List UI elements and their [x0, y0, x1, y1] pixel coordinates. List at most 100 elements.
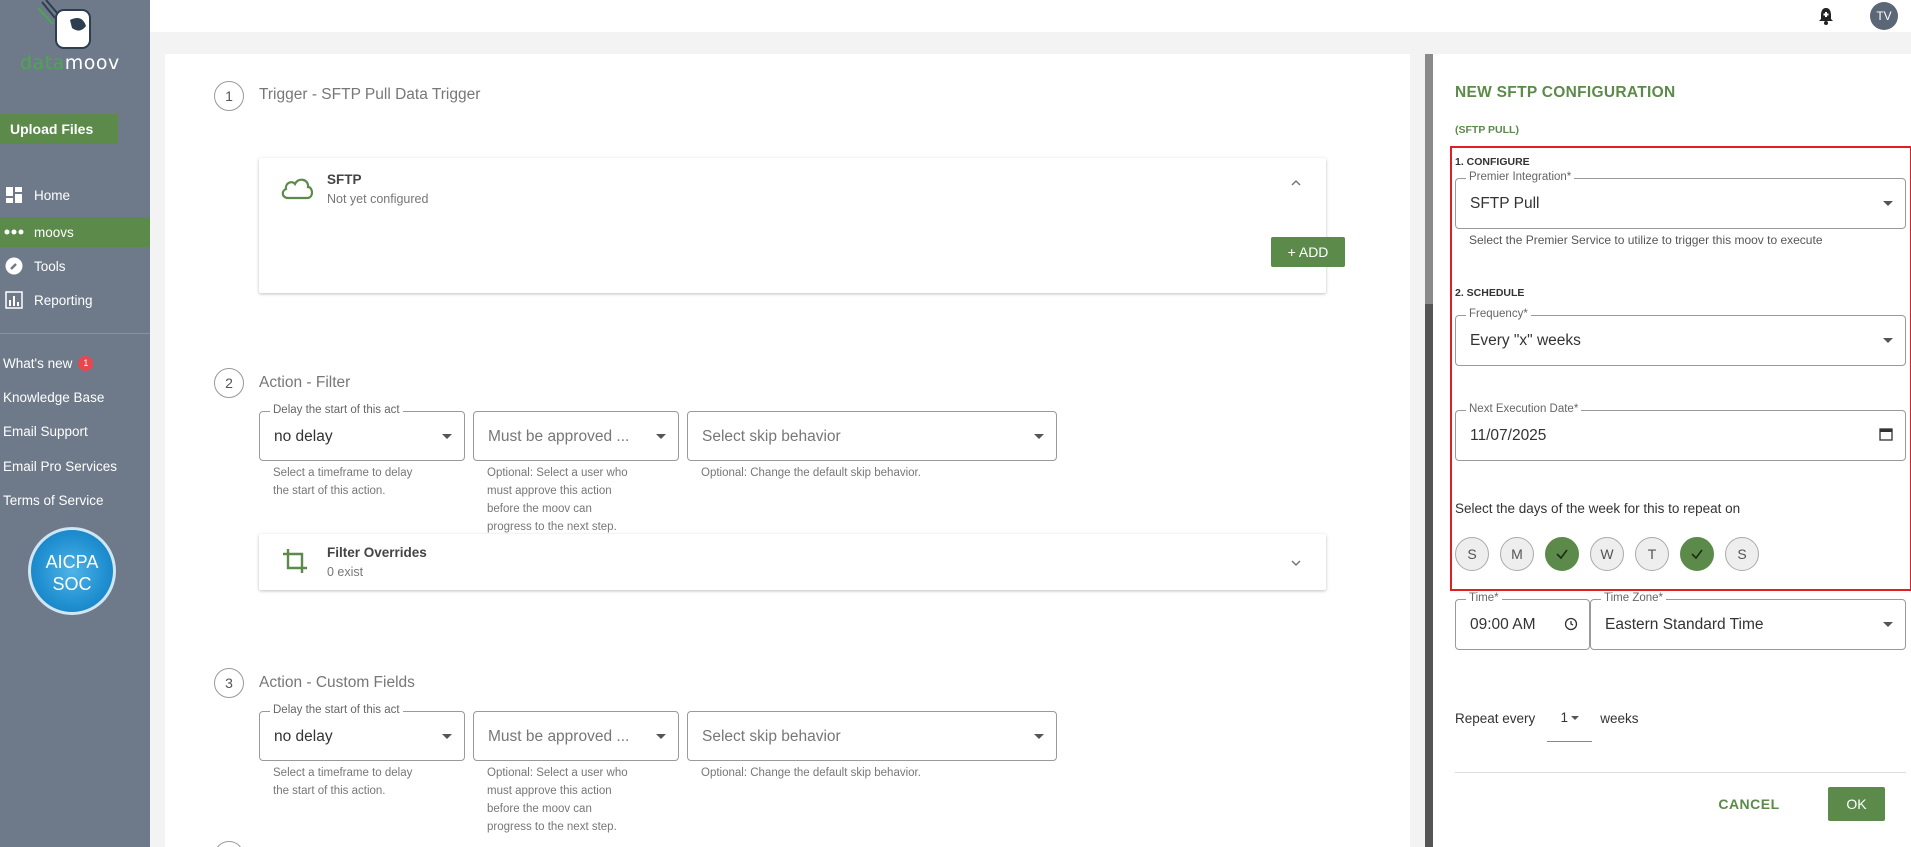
ok-button[interactable]: OK	[1828, 787, 1885, 821]
skip-placeholder: Select skip behavior	[702, 728, 841, 745]
time-zone-select[interactable]: Time Zone* Eastern Standard Time	[1590, 592, 1906, 650]
approver-select[interactable]: Must be approved ...	[473, 411, 679, 461]
delay-helper: Select a timeframe to delay the start of …	[273, 767, 413, 797]
weekday-toggle[interactable]: S	[1725, 537, 1759, 571]
sidebar-item-home[interactable]: Home	[0, 180, 150, 210]
upload-files-button[interactable]: Upload Files	[0, 114, 118, 144]
skip-behavior-select[interactable]: Select skip behavior	[687, 711, 1057, 761]
dots-icon	[4, 222, 24, 242]
step-number: 2	[214, 368, 244, 398]
dropdown-arrow-icon	[1883, 338, 1893, 343]
aicpa-text: AICPA	[45, 552, 99, 572]
time-zone-value: Eastern Standard Time	[1605, 616, 1764, 633]
time-value: 09:00 AM	[1470, 616, 1536, 633]
premier-integration-value: SFTP Pull	[1470, 195, 1540, 212]
sftp-title: SFTP	[327, 172, 362, 187]
repeat-suffix: weeks	[1600, 710, 1639, 726]
skip-helper: Optional: Change the default skip behavi…	[701, 767, 921, 779]
sidebar-item-label: moovs	[34, 224, 74, 240]
cloud-icon	[279, 174, 315, 205]
frequency-label: Frequency*	[1466, 308, 1531, 320]
step-number: 1	[214, 81, 244, 111]
whats-new-link[interactable]: What's new 1	[3, 353, 94, 373]
time-input[interactable]: Time* 09:00 AM	[1455, 592, 1590, 650]
delay-helper: Select a timeframe to delay the start of …	[273, 467, 413, 497]
soc-text: SOC	[52, 574, 92, 594]
filter-overrides-count: 0 exist	[327, 565, 364, 579]
premier-helper: Select the Premier Service to utilize to…	[1469, 233, 1823, 247]
repeat-prefix: Repeat every	[1455, 710, 1536, 726]
scrollbar-thumb[interactable]	[1425, 304, 1433, 847]
check-icon	[1691, 549, 1703, 560]
filter-overrides-title: Filter Overrides	[327, 545, 427, 560]
delay-value: no delay	[274, 728, 333, 745]
repeat-every-row: Repeat every 1 weeks	[1455, 694, 1639, 742]
sidebar-item-label: Reporting	[34, 292, 93, 308]
approver-helper: Optional: Select a user who must approve …	[487, 767, 628, 833]
calendar-icon[interactable]	[1879, 427, 1893, 446]
sidebar-divider	[0, 333, 150, 334]
days-prompt: Select the days of the week for this to …	[1455, 501, 1741, 516]
config-title: NEW SFTP CONFIGURATION	[1455, 84, 1676, 101]
workflow-panel: 1 Trigger - SFTP Pull Data Trigger SFTP …	[165, 54, 1410, 847]
cancel-button[interactable]: CANCEL	[1710, 788, 1788, 820]
crop-icon	[281, 547, 309, 580]
delay-select[interactable]: Delay the start of this act no delay	[259, 404, 465, 461]
time-zone-label: Time Zone*	[1601, 592, 1667, 604]
premier-integration-select[interactable]: Premier Integration* SFTP Pull	[1455, 171, 1906, 229]
section-schedule: 2. SCHEDULE	[1455, 287, 1525, 299]
top-bar	[150, 0, 1911, 32]
clock-icon[interactable]	[1564, 617, 1578, 636]
weekday-toggle[interactable]	[1545, 537, 1579, 571]
notification-badge: 1	[78, 355, 94, 371]
check-icon	[1556, 549, 1568, 560]
terms-of-service-link[interactable]: Terms of Service	[3, 490, 104, 510]
dashboard-icon	[4, 185, 24, 205]
skip-behavior-select[interactable]: Select skip behavior	[687, 411, 1057, 461]
dropdown-arrow-icon	[442, 434, 452, 439]
next-execution-date-label: Next Execution Date*	[1466, 403, 1582, 415]
user-avatar[interactable]: TV	[1870, 2, 1898, 30]
next-execution-date-value: 11/07/2025	[1470, 427, 1547, 444]
filter-overrides-card[interactable]: Filter Overrides 0 exist	[259, 534, 1326, 590]
approver-select[interactable]: Must be approved ...	[473, 711, 679, 761]
step-title: Trigger - SFTP Pull Data Trigger	[259, 86, 481, 103]
frequency-select[interactable]: Frequency* Every "x" weeks	[1455, 308, 1906, 366]
sidebar-item-reporting[interactable]: Reporting	[0, 285, 150, 315]
weekday-toggle[interactable]: M	[1500, 537, 1534, 571]
section-configure: 1. CONFIGURE	[1455, 156, 1530, 168]
repeat-interval-select[interactable]: 1	[1547, 694, 1593, 742]
chevron-up-icon[interactable]	[1289, 176, 1303, 190]
add-sftp-button[interactable]: + ADD	[1271, 237, 1345, 267]
chevron-down-icon[interactable]	[1289, 556, 1303, 570]
approver-placeholder: Must be approved ...	[488, 728, 630, 745]
time-label: Time*	[1466, 592, 1502, 604]
dropdown-arrow-icon	[656, 434, 666, 439]
sidebar-item-label: Tools	[34, 258, 66, 274]
sftp-status: Not yet configured	[327, 192, 429, 206]
delay-select[interactable]: Delay the start of this act no delay	[259, 704, 465, 761]
approver-helper: Optional: Select a user who must approve …	[487, 467, 628, 533]
config-subtitle: (SFTP PULL)	[1455, 124, 1519, 136]
weekday-toggle[interactable]: S	[1455, 537, 1489, 571]
notification-bell-icon[interactable]	[1816, 6, 1836, 26]
dropdown-arrow-icon	[1571, 715, 1580, 720]
weekday-selector: SMWTS	[1455, 537, 1770, 571]
frequency-value: Every "x" weeks	[1470, 332, 1581, 349]
email-support-link[interactable]: Email Support	[3, 421, 88, 441]
aicpa-soc-badge: AICPA SOC	[28, 527, 116, 615]
step-number: 3	[214, 668, 244, 698]
sidebar: datamoov Upload Files Home moovs Tools R…	[0, 0, 150, 847]
sftp-card: SFTP Not yet configured + ADD	[259, 158, 1345, 293]
whats-new-label: What's new	[3, 355, 73, 371]
sidebar-item-tools[interactable]: Tools	[0, 251, 150, 281]
next-execution-date-input[interactable]: Next Execution Date* 11/07/2025	[1455, 403, 1906, 461]
weekday-toggle[interactable]: T	[1635, 537, 1669, 571]
knowledge-base-link[interactable]: Knowledge Base	[3, 387, 104, 407]
weekday-toggle[interactable]: W	[1590, 537, 1624, 571]
weekday-toggle[interactable]	[1680, 537, 1714, 571]
delay-value: no delay	[274, 428, 333, 445]
sidebar-item-moovs[interactable]: moovs	[0, 217, 150, 247]
dropdown-arrow-icon	[1883, 622, 1893, 627]
email-pro-services-link[interactable]: Email Pro Services	[3, 456, 117, 476]
